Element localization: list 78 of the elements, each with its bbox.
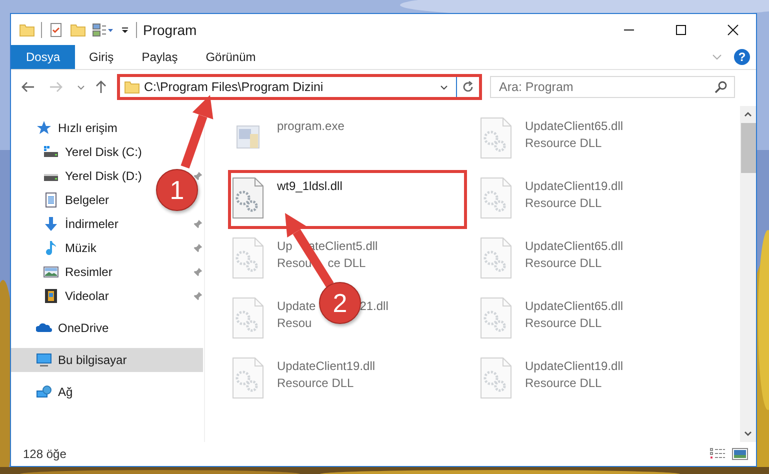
nav-item[interactable]: Müzik <box>11 236 100 260</box>
file-name: UpdateClient19.dll <box>525 179 624 193</box>
refresh-icon[interactable] <box>461 80 475 94</box>
ribbon-tab[interactable]: Dosya <box>11 45 76 69</box>
drive-icon <box>43 144 59 160</box>
pin-icon[interactable] <box>193 219 203 229</box>
nav-item[interactable]: Yerel Disk (D:) <box>11 164 146 188</box>
file-name: program.exe <box>277 119 344 133</box>
file-name: UpdateClient65.dll <box>525 239 624 253</box>
close-icon[interactable] <box>727 24 739 36</box>
star-icon <box>36 120 52 136</box>
minimize-icon[interactable] <box>623 28 635 30</box>
film-icon <box>43 288 59 304</box>
monitor-icon <box>36 352 52 368</box>
nav-item[interactable]: Yerel Disk (C:) <box>11 140 146 164</box>
ribbon-tab[interactable]: Görünüm <box>192 45 270 69</box>
back-icon[interactable] <box>21 81 35 93</box>
dropdown-icon[interactable] <box>440 84 448 90</box>
file-name: UpdateClient65.dll <box>525 119 624 133</box>
network-icon <box>36 384 52 400</box>
gear-file-icon[interactable] <box>231 176 265 220</box>
nav-item[interactable]: İndirmeler <box>11 212 122 236</box>
document-icon <box>43 192 59 208</box>
file-type: Resource DLL <box>525 196 602 210</box>
file-type: Resource DLL <box>525 376 602 390</box>
recent-dropdown-icon[interactable] <box>77 84 85 90</box>
new-folder-icon[interactable] <box>70 22 86 38</box>
details-view-icon[interactable] <box>710 448 726 460</box>
file-name: Up <box>277 239 292 253</box>
maximize-icon[interactable] <box>675 24 687 36</box>
forward-icon[interactable] <box>49 81 63 93</box>
file-type: ce DLL <box>328 256 366 270</box>
file-type: Resource DLL <box>525 316 602 330</box>
scroll-thumb[interactable] <box>740 123 756 173</box>
file-name: UpdateClient19.dll <box>277 359 376 373</box>
expand-ribbon-icon[interactable] <box>712 54 722 60</box>
ribbon-tab[interactable]: Paylaş <box>128 45 192 69</box>
thumbnail-view-icon[interactable] <box>732 448 748 460</box>
file-name: UpdateClient65.dll <box>525 299 624 313</box>
nav-item[interactable]: Videolar <box>11 284 113 308</box>
up-arrow-icon[interactable] <box>95 80 107 94</box>
scroll-down-icon[interactable] <box>744 431 752 436</box>
file-name: wt9_1ldsl.dll <box>277 179 342 193</box>
picture-icon <box>43 264 59 280</box>
pin-icon[interactable] <box>193 171 203 181</box>
help-button[interactable]: ? <box>734 49 750 65</box>
window-title: Program <box>143 22 197 38</box>
pin-icon[interactable] <box>193 267 203 277</box>
file-name: UpdateClient19.dll <box>525 359 624 373</box>
file-type: Resource DLL <box>277 376 354 390</box>
pin-icon[interactable] <box>193 291 203 301</box>
address-bar[interactable]: C:\Program Files\Program Dizini <box>117 74 482 100</box>
file-type: Resou <box>277 256 312 270</box>
nav-item[interactable]: Hızlı erişim <box>11 116 122 140</box>
scrollbar[interactable] <box>740 106 756 442</box>
folder-icon <box>124 79 140 95</box>
scroll-up-icon[interactable] <box>744 112 752 117</box>
item-count: 128 öğe <box>23 447 66 461</box>
file-name: Update <box>277 299 316 313</box>
folder-icon[interactable] <box>19 22 35 38</box>
nav-item[interactable]: OneDrive <box>11 316 113 340</box>
nav-item[interactable]: Belgeler <box>11 188 114 212</box>
nav-item[interactable]: Ağ <box>11 380 77 404</box>
music-note-icon <box>43 240 59 256</box>
checklist-icon[interactable] <box>48 22 64 38</box>
pin-icon[interactable] <box>193 243 203 253</box>
layout-dropdown-icon[interactable] <box>92 22 114 38</box>
search-field[interactable]: Ara: Program <box>490 76 735 98</box>
file-type: Resou <box>277 316 312 330</box>
file-type: Resource DLL <box>525 256 602 270</box>
address-path: C:\Program Files\Program Dizini <box>144 80 324 94</box>
search-icon[interactable] <box>714 80 728 94</box>
nav-item[interactable]: Bu bilgisayar <box>11 348 203 372</box>
download-icon <box>43 216 59 232</box>
ribbon-tab[interactable]: Giriş <box>75 45 128 69</box>
file-type: Resource DLL <box>525 136 602 150</box>
nav-item[interactable]: Resimler <box>11 260 116 284</box>
customize-dropdown-icon[interactable] <box>120 24 130 34</box>
